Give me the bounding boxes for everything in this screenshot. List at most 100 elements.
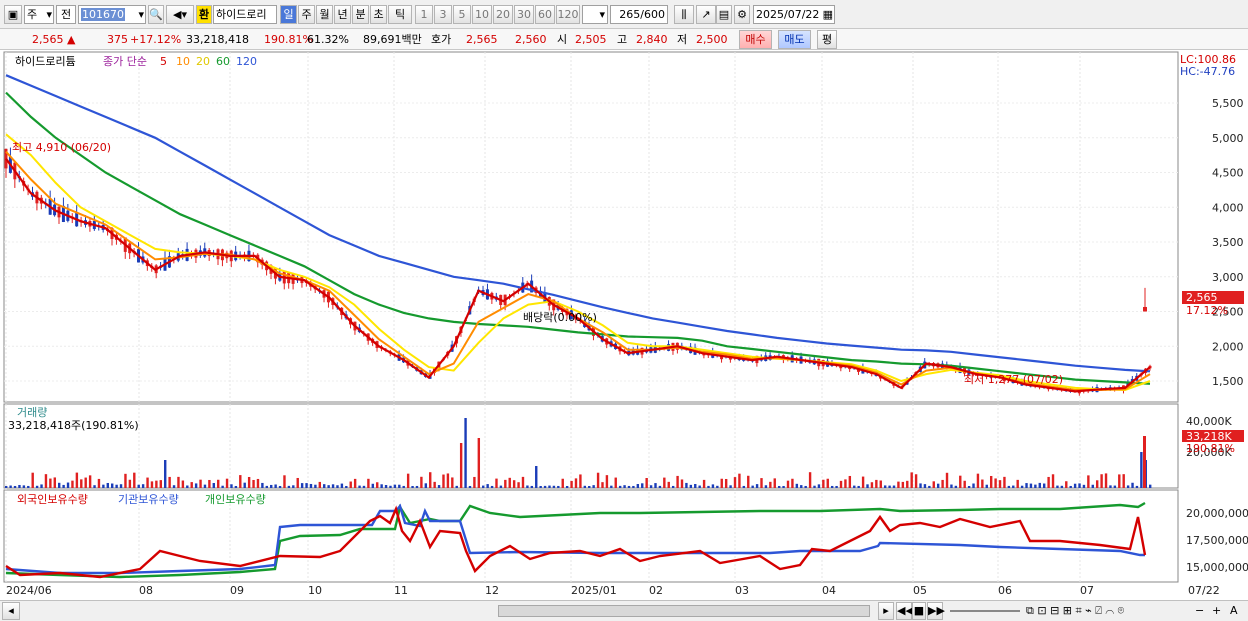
ma60-legend: 60 bbox=[216, 55, 230, 68]
tab-minute[interactable]: 분 bbox=[352, 5, 369, 24]
x-tick-label: 08 bbox=[139, 584, 153, 597]
x-tick-label: 2024/06 bbox=[6, 584, 52, 597]
stop-icon[interactable]: ■ bbox=[912, 602, 926, 620]
interval-20[interactable]: 20 bbox=[493, 5, 513, 24]
zoom-out-icon[interactable]: − bbox=[1195, 604, 1204, 617]
volume-bar bbox=[80, 479, 83, 488]
volume-bar bbox=[1122, 474, 1125, 488]
chart-area[interactable]: 5,5005,0004,5004,0003,5003,0002,5002,000… bbox=[0, 51, 1248, 599]
volume-bar bbox=[998, 480, 1002, 488]
interval-5[interactable]: 5 bbox=[453, 5, 471, 24]
stock-code-value: 101670 bbox=[81, 8, 125, 21]
price-tick-label: 1,500 bbox=[1212, 375, 1244, 388]
interval-1[interactable]: 1 bbox=[415, 5, 433, 24]
zoom-in-icon[interactable]: + bbox=[1212, 604, 1221, 617]
interval-120[interactable]: 120 bbox=[556, 5, 580, 24]
stock-name-field[interactable]: 하이드로리 bbox=[213, 5, 277, 24]
period-type-value: 주 bbox=[27, 8, 38, 21]
volume-bar bbox=[1113, 485, 1117, 488]
volume-bar bbox=[976, 473, 980, 488]
date-field[interactable]: 2025/07/22 ▦ bbox=[753, 5, 835, 24]
volume-bar bbox=[239, 475, 242, 488]
font-size-icon[interactable]: A bbox=[1230, 604, 1238, 617]
volume-bar bbox=[702, 479, 706, 488]
volume-bar bbox=[486, 484, 489, 488]
dividend-annotation: 배당락(0.00%) bbox=[523, 311, 597, 324]
tab-month[interactable]: 월 bbox=[316, 5, 333, 24]
market-select[interactable]: 전 bbox=[56, 5, 76, 24]
tab-tick[interactable]: 틱 bbox=[388, 5, 412, 24]
volume-bar bbox=[521, 476, 525, 488]
scroll-right-icon[interactable]: ▸ bbox=[878, 602, 894, 620]
volume-bar bbox=[574, 478, 578, 488]
tab-second[interactable]: 초 bbox=[370, 5, 387, 24]
price-tick-label: 5,500 bbox=[1212, 97, 1244, 110]
count-field[interactable]: 265/600 bbox=[610, 5, 668, 24]
interval-3[interactable]: 3 bbox=[434, 5, 452, 24]
volume-bar bbox=[27, 485, 30, 488]
gear-icon[interactable]: ⚙ bbox=[734, 5, 750, 24]
tab-day[interactable]: 일 bbox=[280, 5, 297, 24]
volume-bar bbox=[981, 479, 984, 488]
sell-button[interactable]: 매도 bbox=[778, 30, 811, 49]
volume-bar bbox=[1135, 485, 1139, 488]
count-value: 265 bbox=[619, 8, 641, 21]
tab-week[interactable]: 주 bbox=[298, 5, 315, 24]
save-icon[interactable]: ▤ bbox=[716, 5, 732, 24]
volume-bar bbox=[287, 485, 291, 488]
interval-60[interactable]: 60 bbox=[535, 5, 555, 24]
volume-bar bbox=[729, 485, 732, 488]
individual-legend: 개인보유수량 bbox=[205, 493, 266, 506]
up-arrow-icon: ▲ bbox=[67, 33, 76, 46]
calendar-icon[interactable]: ▦ bbox=[823, 6, 833, 23]
volume-bar bbox=[1060, 485, 1064, 488]
volume-bar bbox=[773, 478, 776, 488]
volume-bar bbox=[914, 474, 918, 488]
price: 2,565 bbox=[32, 33, 64, 46]
stock-code-input[interactable]: 101670 ▾ bbox=[78, 5, 146, 24]
volume-bar bbox=[71, 480, 74, 488]
volume-bar bbox=[685, 482, 688, 488]
rewind-icon[interactable]: ◀◀ bbox=[896, 602, 914, 620]
interval-10[interactable]: 10 bbox=[472, 5, 492, 24]
scroll-thumb[interactable] bbox=[498, 605, 870, 617]
volume-bar bbox=[331, 484, 335, 488]
volume-bar bbox=[482, 485, 485, 488]
eval-button[interactable]: 평 bbox=[817, 30, 837, 49]
ma10-legend: 10 bbox=[176, 55, 190, 68]
chevron-down-icon[interactable]: ▾ bbox=[138, 6, 144, 23]
price-tick-label: 2,000 bbox=[1212, 340, 1244, 353]
volume-bar bbox=[300, 483, 304, 488]
window-icon[interactable]: ▣ bbox=[4, 5, 22, 24]
volume-bar bbox=[283, 475, 286, 488]
volume-bar bbox=[345, 485, 348, 488]
volume-bar bbox=[159, 480, 162, 488]
volume-bar bbox=[689, 484, 693, 488]
volume-bar bbox=[512, 480, 516, 488]
interval-dropdown[interactable]: ▾ bbox=[582, 5, 608, 24]
tab-year[interactable]: 년 bbox=[334, 5, 351, 24]
zoom-slider[interactable] bbox=[950, 610, 1020, 612]
candle-icon[interactable]: ⫼ bbox=[674, 5, 694, 24]
open-price: 2,505 bbox=[575, 33, 607, 46]
exchange-button[interactable]: 환 bbox=[196, 5, 212, 24]
holdings-tick-label: 17,500,000 bbox=[1186, 534, 1248, 547]
volume-bar bbox=[437, 485, 441, 488]
bid-label: 호가 bbox=[431, 33, 452, 46]
period-type-select[interactable]: 주 ▾ bbox=[24, 5, 54, 24]
trend-icon[interactable]: ↗ bbox=[696, 5, 716, 24]
volume-bar bbox=[5, 486, 8, 488]
search-icon[interactable]: 🔍 bbox=[148, 5, 164, 24]
sound-icon[interactable]: ◀▾ bbox=[166, 5, 194, 24]
forward-icon[interactable]: ▶▶ bbox=[927, 602, 945, 620]
volume-bar bbox=[137, 484, 140, 488]
layout-icons[interactable]: ⧉ ⊡ ⊟ ⊞ ⌗ ⌁ ⍁ ⌒ ⌾ bbox=[1026, 604, 1124, 617]
volume-bar bbox=[490, 485, 494, 488]
buy-button[interactable]: 매수 bbox=[739, 30, 772, 49]
scroll-left-icon[interactable]: ◂ bbox=[2, 602, 20, 620]
volume-bar bbox=[618, 485, 622, 488]
volume-bar bbox=[442, 474, 445, 488]
high-annotation: 최고 4,910 (06/20) bbox=[12, 141, 111, 154]
volume-bar bbox=[813, 485, 816, 488]
interval-30[interactable]: 30 bbox=[514, 5, 534, 24]
